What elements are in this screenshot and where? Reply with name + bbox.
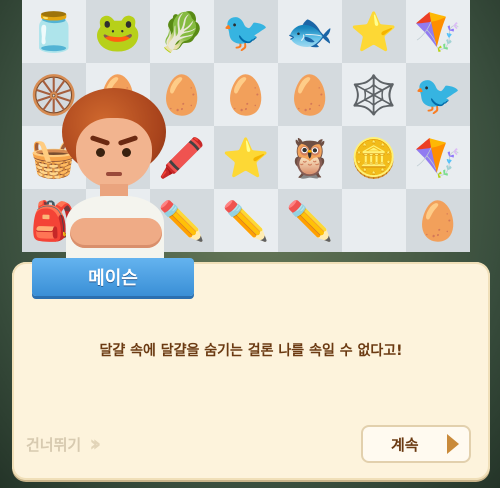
mason-character [52, 88, 177, 263]
board-tile[interactable]: 🥚 [406, 189, 470, 252]
character-eye-left [96, 148, 105, 157]
board-item[interactable]: 🥚 [414, 202, 461, 240]
board-tile[interactable]: 🐸 [86, 0, 150, 63]
board-tile[interactable]: 🐦 [406, 63, 470, 126]
board-tile[interactable]: ✏️ [214, 189, 278, 252]
board-item[interactable]: ✏️ [222, 202, 269, 240]
skip-button[interactable]: 건너뛰기 ›› [26, 431, 101, 457]
board-tile[interactable]: ✏️ [278, 189, 342, 252]
board-tile[interactable]: 🦉 [278, 126, 342, 189]
board-item[interactable]: 🐸 [94, 13, 141, 51]
board-item[interactable]: 🥚 [286, 76, 333, 114]
board-item[interactable]: ⭐ [350, 13, 397, 51]
board-tile[interactable]: ⭐ [342, 0, 406, 63]
board-tile[interactable]: 🪁 [406, 0, 470, 63]
board-item[interactable]: 🥚 [222, 76, 269, 114]
board-item[interactable]: 🫙 [30, 13, 77, 51]
board-tile[interactable]: 🥚 [214, 63, 278, 126]
board-item[interactable]: 🦉 [286, 139, 333, 177]
board-item[interactable]: 🪁 [414, 139, 461, 177]
board-item[interactable]: 🥬 [158, 13, 205, 51]
character-crossed-arms [70, 218, 162, 248]
board-item[interactable]: 🪙 [350, 139, 397, 177]
board-item[interactable]: ⭐ [222, 139, 269, 177]
double-chevron-right-icon: ›› [89, 431, 101, 457]
board-item[interactable]: 🐦 [414, 76, 461, 114]
board-tile[interactable]: 🥚 [278, 63, 342, 126]
speaker-name: 메이슨 [88, 268, 138, 289]
character-eye-right [122, 148, 131, 157]
board-tile[interactable]: 🐦 [214, 0, 278, 63]
board-item[interactable]: 🕸️ [350, 76, 397, 114]
board-tile[interactable]: 🕸️ [342, 63, 406, 126]
dialog-text: 달걀 속에 달걀을 숨기는 걸론 나를 속일 수 없다고! [99, 343, 403, 359]
board-tile[interactable]: 🪁 [406, 126, 470, 189]
play-icon [447, 434, 459, 454]
continue-label: 계속 [391, 435, 419, 454]
board-item[interactable]: ✏️ [286, 202, 333, 240]
character-face [76, 118, 152, 188]
speaker-nameplate: 메이슨 [32, 258, 194, 296]
board-item[interactable]: 🪁 [414, 13, 461, 51]
board-tile[interactable]: 🐟 [278, 0, 342, 63]
board-tile[interactable]: ⭐ [214, 126, 278, 189]
board-item[interactable]: 🐦 [222, 13, 269, 51]
board-tile[interactable]: 🫙 [22, 0, 86, 63]
continue-button[interactable]: 계속 [361, 425, 471, 463]
board-tile[interactable]: 🥬 [150, 0, 214, 63]
board-tile[interactable]: 🪙 [342, 126, 406, 189]
board-tile[interactable] [342, 189, 406, 252]
character-mouth [106, 172, 122, 176]
skip-label: 건너뛰기 [26, 435, 82, 454]
board-item[interactable]: 🐟 [286, 13, 333, 51]
